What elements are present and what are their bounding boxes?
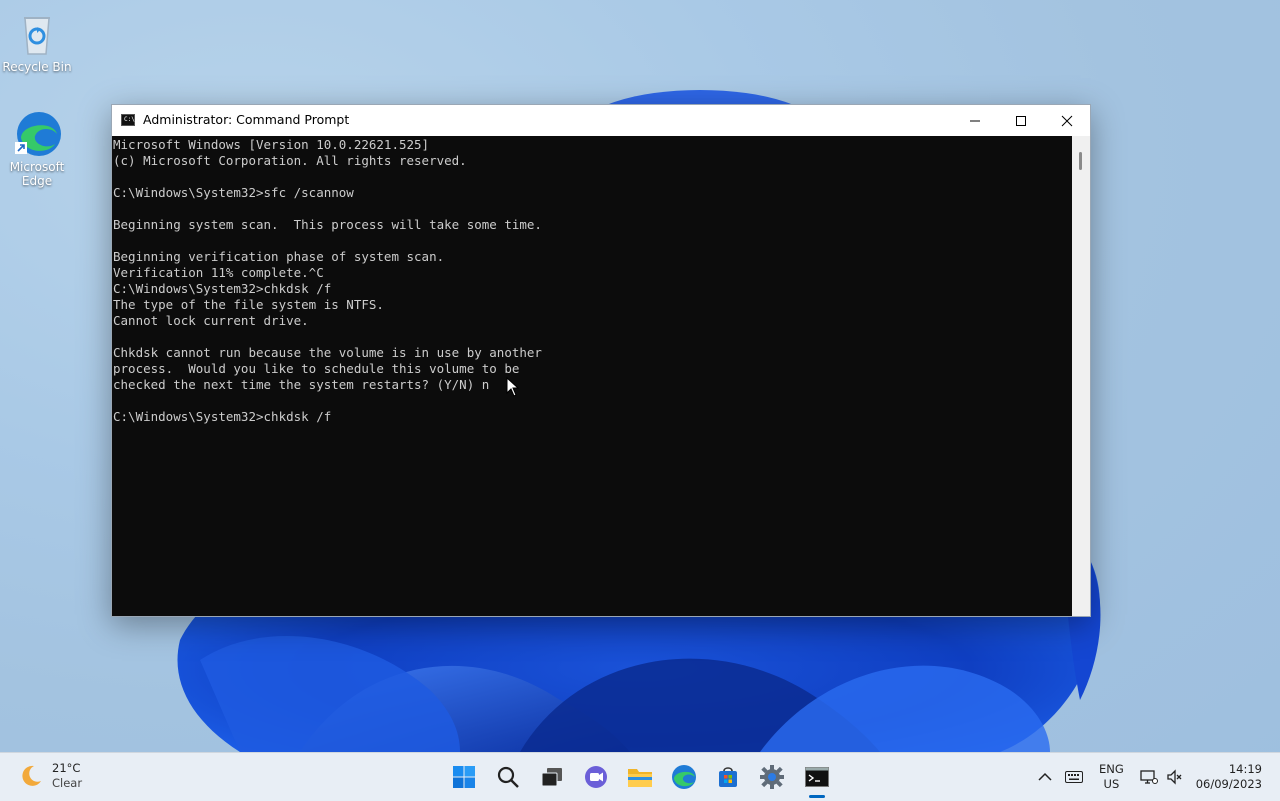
region-code: US: [1103, 777, 1120, 791]
scroll-thumb[interactable]: [1079, 152, 1082, 170]
language-code: ENG: [1099, 762, 1124, 776]
keyboard-icon: [1065, 771, 1083, 783]
chat-icon: [585, 766, 607, 788]
desktop-icon-recycle-bin[interactable]: Recycle Bin: [0, 10, 74, 74]
weather-widget[interactable]: 21°C Clear: [18, 761, 82, 791]
command-prompt-window[interactable]: C:\ Administrator: Command Prompt Micros…: [111, 104, 1091, 617]
volume-button[interactable]: [1166, 753, 1182, 801]
clock[interactable]: 14:19 06/09/2023: [1196, 753, 1262, 801]
start-button[interactable]: [448, 761, 480, 793]
cmd-icon: C:\: [121, 114, 135, 126]
cmd-icon: [805, 767, 829, 787]
active-app-indicator: [809, 795, 825, 798]
window-title: Administrator: Command Prompt: [143, 112, 350, 127]
mouse-cursor-icon: [506, 377, 520, 397]
desktop-icon-label: Microsoft Edge: [9, 160, 65, 188]
close-icon: [1061, 115, 1073, 126]
chevron-up-icon: [1038, 772, 1052, 781]
language-indicator[interactable]: ENG US: [1099, 753, 1124, 801]
desktop-icon-label: Recycle Bin: [2, 60, 72, 74]
recycle-bin-icon: [13, 10, 61, 58]
tray-overflow-button[interactable]: [1038, 753, 1052, 801]
settings-button[interactable]: [756, 761, 788, 793]
store-button[interactable]: [712, 761, 744, 793]
edge-icon: [13, 110, 61, 158]
store-icon: [719, 767, 737, 787]
search-button[interactable]: [492, 761, 524, 793]
weather-temp: 21°C: [52, 761, 81, 775]
minimize-button[interactable]: [952, 105, 998, 136]
chat-button[interactable]: [580, 761, 612, 793]
task-view-button[interactable]: [536, 761, 568, 793]
clock-time: 14:19: [1228, 762, 1262, 776]
speaker-muted-icon: [1167, 769, 1182, 785]
windows-logo-icon: [453, 766, 475, 788]
edge-taskbar-button[interactable]: [668, 761, 700, 793]
file-explorer-button[interactable]: [624, 761, 656, 793]
maximize-button[interactable]: [998, 105, 1044, 136]
command-prompt-taskbar-button[interactable]: [801, 761, 833, 793]
gear-icon: [760, 765, 784, 789]
moon-icon: [22, 765, 41, 786]
folder-icon: [628, 769, 652, 787]
console-output[interactable]: Microsoft Windows [Version 10.0.22621.52…: [112, 136, 1072, 616]
weather-condition: Clear: [52, 776, 83, 790]
search-icon: [497, 766, 519, 788]
clock-date: 06/09/2023: [1195, 777, 1262, 791]
maximize-icon: [1016, 115, 1026, 126]
edge-icon: [672, 765, 696, 789]
desktop-icon-edge[interactable]: Microsoft Edge: [0, 110, 74, 188]
task-view-icon: [541, 768, 562, 787]
title-bar[interactable]: C:\ Administrator: Command Prompt: [112, 105, 1090, 136]
close-button[interactable]: [1044, 105, 1090, 136]
network-button[interactable]: [1140, 753, 1158, 801]
network-icon: [1140, 770, 1158, 784]
console-scrollbar[interactable]: [1072, 136, 1090, 616]
console-text: Microsoft Windows [Version 10.0.22621.52…: [113, 137, 542, 424]
touch-keyboard-button[interactable]: [1065, 753, 1083, 801]
minimize-icon: [970, 120, 980, 121]
taskbar: 21°C Clear ENG US 14:19 06/09/2023: [0, 752, 1280, 801]
